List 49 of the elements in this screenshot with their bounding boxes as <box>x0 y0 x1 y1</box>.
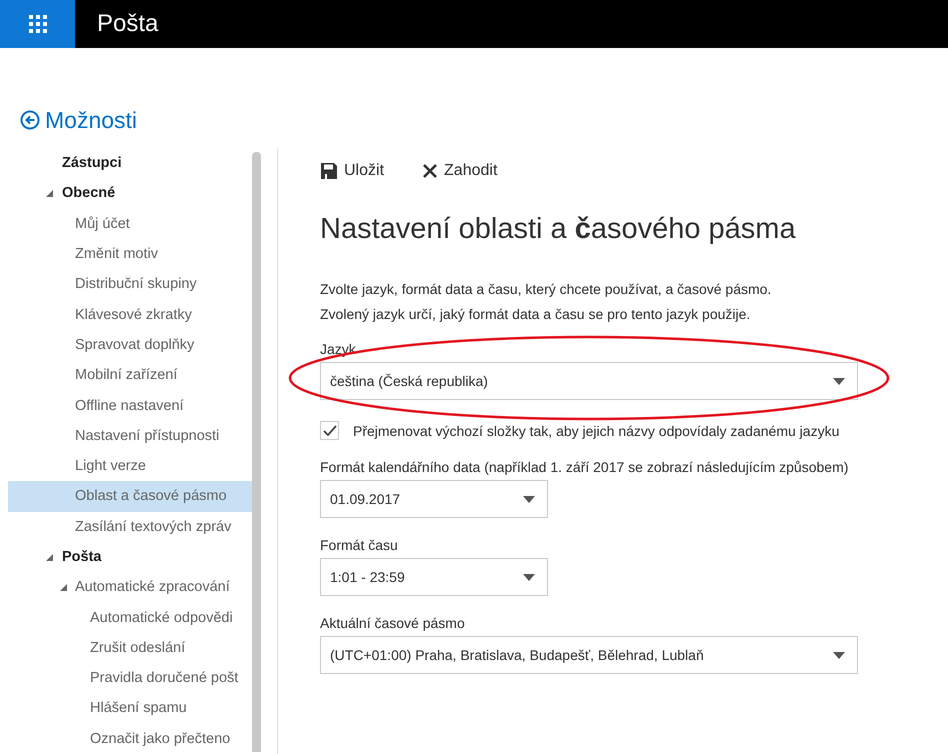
dropdown[interactable]: (UTC+01:00) Praha, Bratislava, Budapešť, Bělehrad, Lublaň <box>320 636 858 674</box>
dropdown[interactable]: čeština (Česká republika) <box>320 362 858 400</box>
sidebar-item[interactable]: Označit jako přečteno <box>90 730 230 747</box>
selected-item-highlight[interactable]: Oblast a časové pásmo <box>8 481 252 512</box>
sidebar-item[interactable]: Distribuční skupiny <box>75 276 197 292</box>
sidebar-item[interactable]: Můj účet <box>75 216 130 232</box>
sidebar-item[interactable]: Oblast a časové pásmo <box>75 488 227 504</box>
tree-heading[interactable]: Zástupci <box>62 155 122 172</box>
sidebar-item[interactable]: Pravidla doručené pošt <box>90 670 238 686</box>
dropdown[interactable]: 1:01 - 23:59 <box>320 558 548 596</box>
sidebar-item[interactable]: Klávesové zkratky <box>75 306 192 323</box>
sidebar-item[interactable]: Spravovat doplňky <box>75 336 194 353</box>
sidebar-item[interactable]: Nastavení přístupnosti <box>75 428 220 444</box>
sidebar-item[interactable]: Mobilní zařízení <box>75 367 178 384</box>
sidebar-item[interactable]: Light verze <box>75 458 146 474</box>
app-launcher-button[interactable] <box>0 0 75 48</box>
save-button[interactable]: Uložit <box>320 158 384 184</box>
waffle-icon <box>28 15 46 33</box>
back-link[interactable]: Možnosti <box>20 106 138 134</box>
save-icon <box>320 162 338 180</box>
caret-icon <box>833 378 845 384</box>
checkbox[interactable] <box>320 421 339 440</box>
checkbox-label: Přejmenovat výchozí složky tak, aby jejich názvy odpovídaly zadanému jazyku <box>353 422 840 438</box>
field-label: Formát kalendářního data (například 1. září 2017 se zobrazí následujícím způsobem) <box>320 458 850 476</box>
sidebar-item[interactable]: Změnit motiv <box>75 246 158 262</box>
field-label: Formát času <box>320 536 399 554</box>
dropdown[interactable]: 01.09.2017 <box>320 480 548 518</box>
tree-group-label[interactable]: Automatické zpracování <box>75 579 230 596</box>
page-title: Nastavení oblasti a časového pásma <box>320 212 797 246</box>
description-text: Zvolený jazyk určí, jaký formát data a času se pro tento jazyk použije. <box>320 305 752 324</box>
sidebar-item[interactable]: Offline nastavení <box>75 398 184 414</box>
caret-icon <box>833 652 845 658</box>
caret-icon <box>523 496 535 502</box>
caret-icon <box>523 574 535 580</box>
scrollbar[interactable] <box>252 152 261 752</box>
tree-group-label[interactable]: Obecné <box>62 185 116 202</box>
sidebar-item[interactable]: Zasílání textových zpráv <box>75 518 232 535</box>
sidebar-item[interactable]: Hlášení spamu <box>90 700 187 716</box>
tree-group-label[interactable]: Pošta <box>62 549 102 565</box>
close-icon <box>422 163 438 179</box>
app-title: Pošta <box>97 10 158 38</box>
sidebar-item[interactable]: Automatické odpovědi <box>90 610 233 626</box>
field-label: Aktuální časové pásmo <box>320 614 466 632</box>
description-text: Zvolte jazyk, formát data a času, který chcete používat, a časové pásmo. <box>320 280 772 299</box>
expanded-triangle-icon[interactable] <box>60 584 67 591</box>
sidebar-item[interactable]: Zrušit odeslání <box>90 640 186 656</box>
expanded-triangle-icon[interactable] <box>46 554 53 560</box>
expanded-triangle-icon[interactable] <box>46 190 53 197</box>
discard-button[interactable]: Zahodit <box>422 158 498 184</box>
